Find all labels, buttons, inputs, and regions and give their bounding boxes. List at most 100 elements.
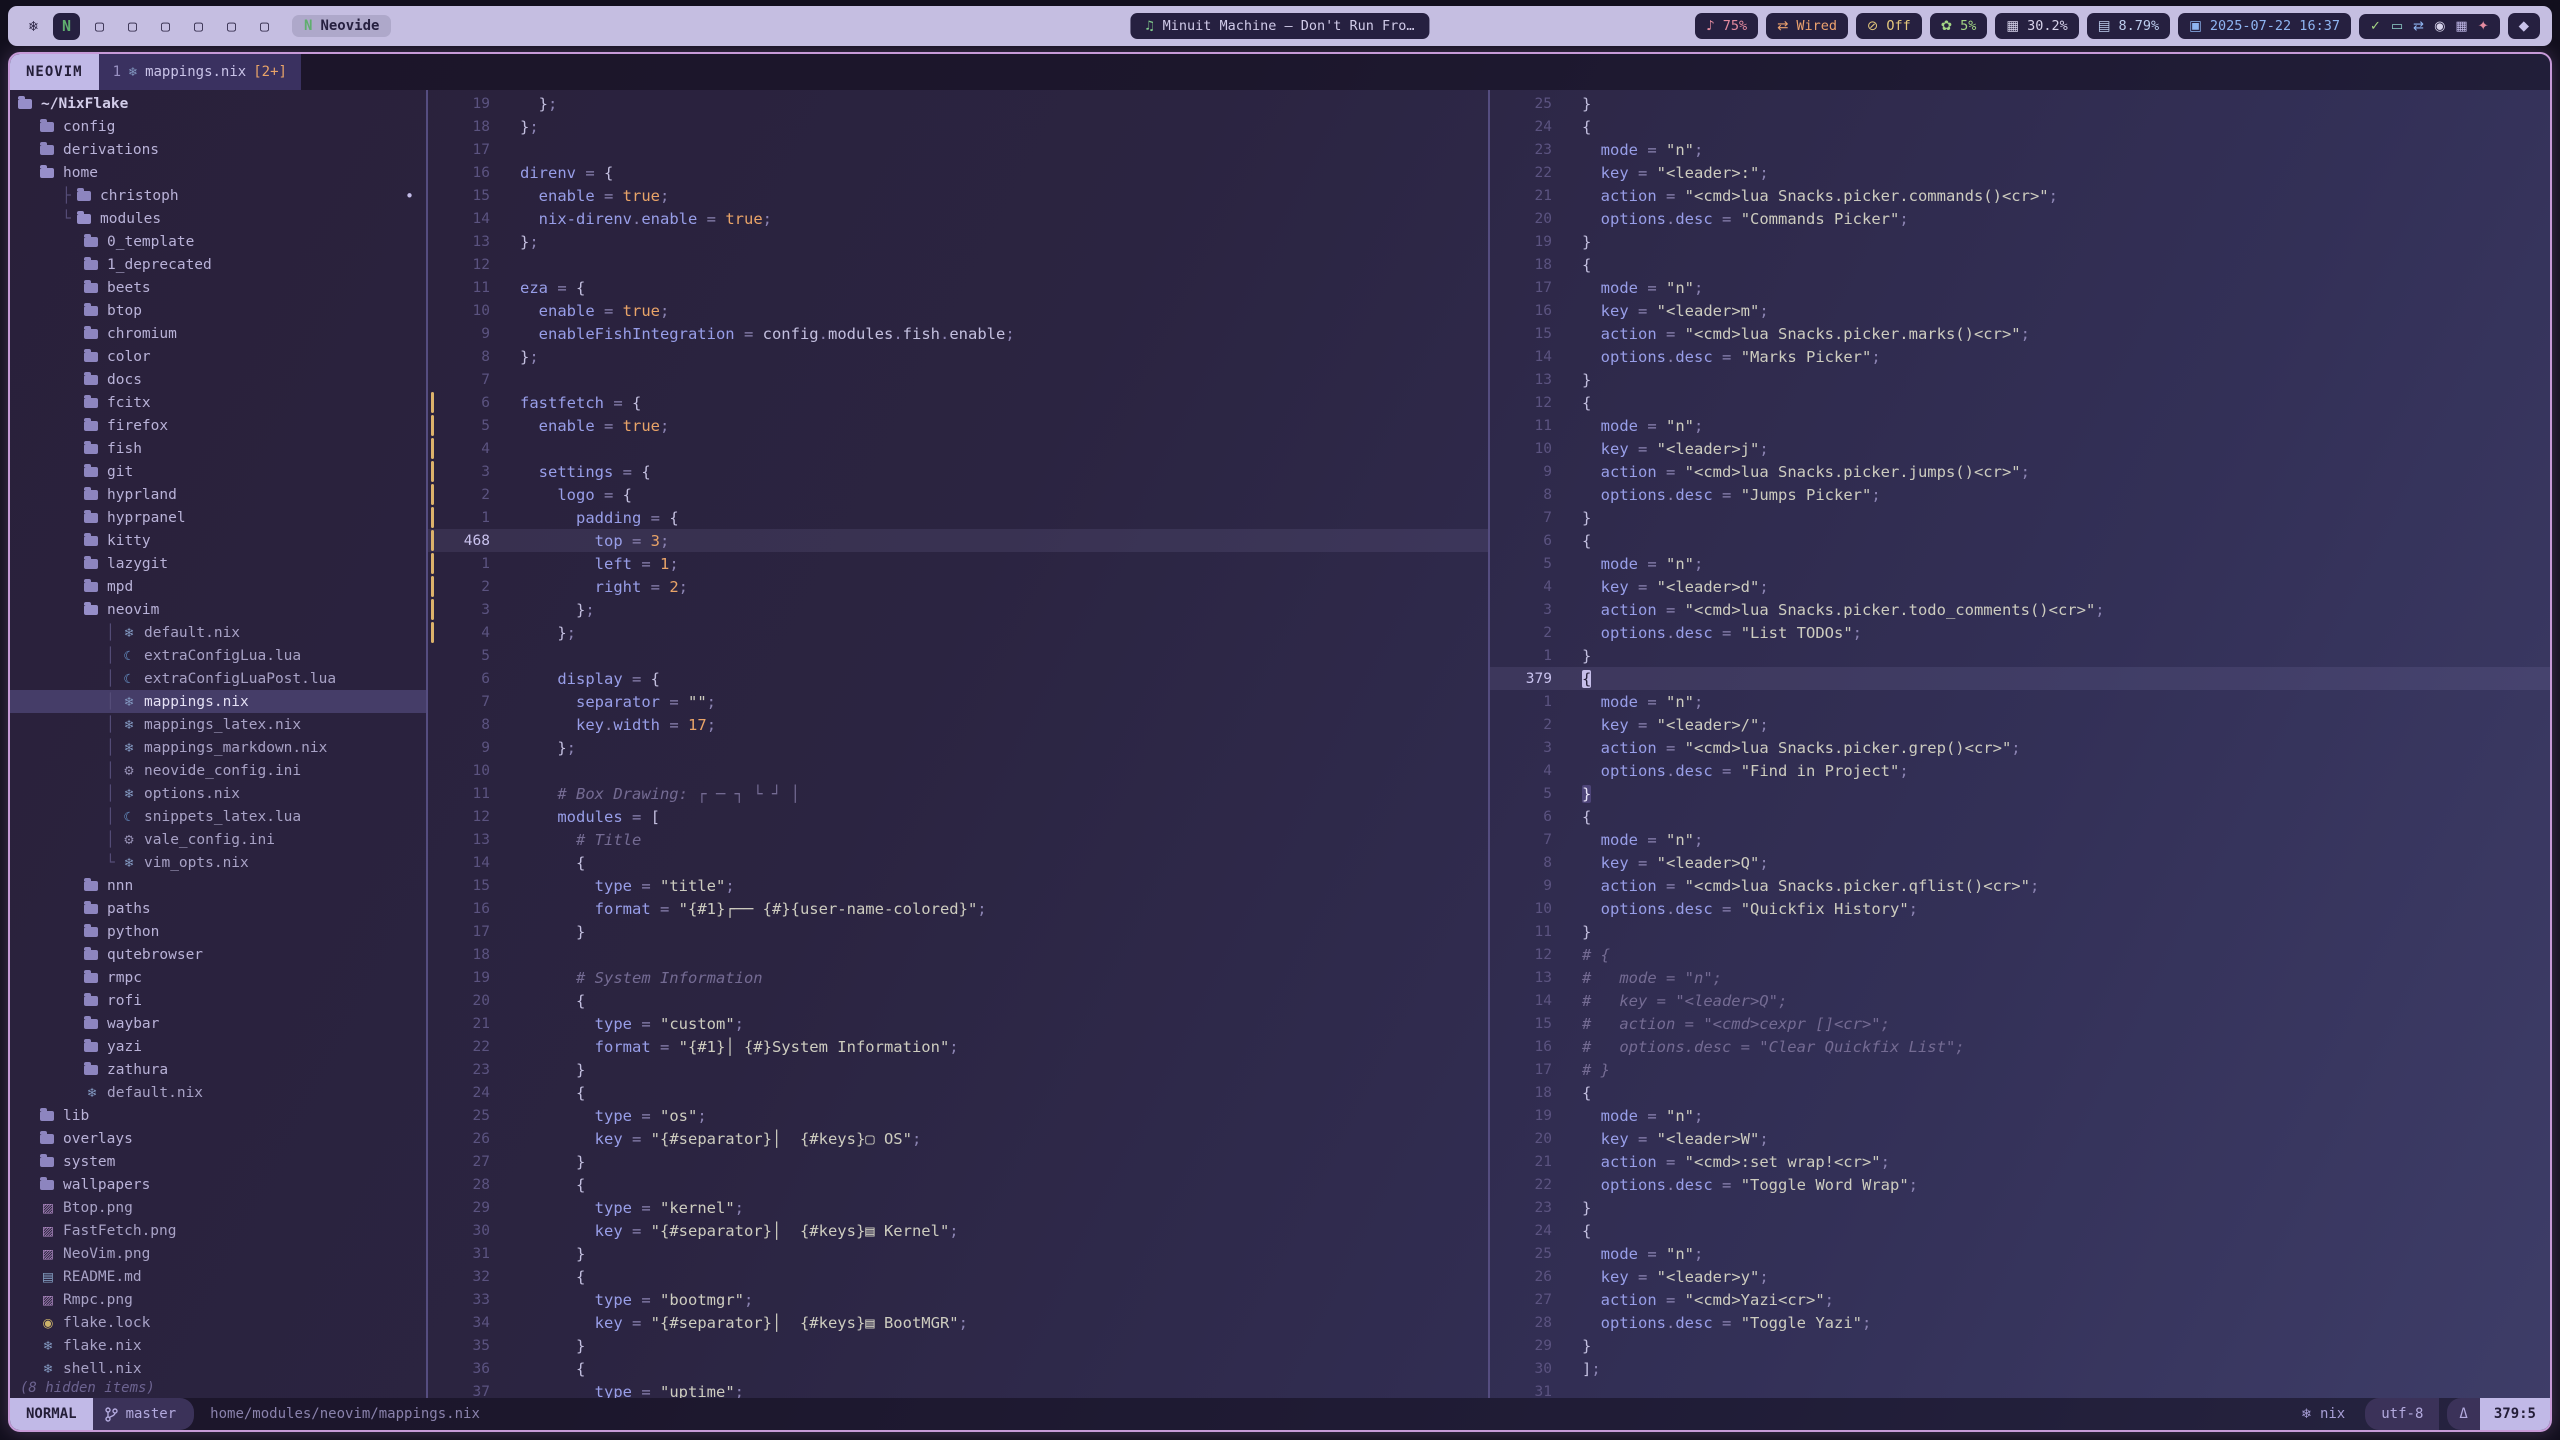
code-line[interactable]: 4 (428, 437, 1488, 460)
code-line[interactable]: 13 # Title (428, 828, 1488, 851)
code-line[interactable]: 33 type = "bootmgr"; (428, 1288, 1488, 1311)
tree-item-modules[interactable]: └modules (10, 207, 426, 230)
tree-item-nixflake[interactable]: ~/NixFlake (10, 92, 426, 115)
vpn-icon[interactable]: ✦ (2478, 19, 2489, 34)
code-line[interactable]: 9 }; (428, 736, 1488, 759)
tree-item-mappings_latex.nix[interactable]: │❄mappings_latex.nix (10, 713, 426, 736)
code-line[interactable]: 5} (1490, 782, 2550, 805)
code-line[interactable]: 379{ (1490, 667, 2550, 690)
code-line[interactable]: 5 (428, 644, 1488, 667)
code-line[interactable]: 21 type = "custom"; (428, 1012, 1488, 1035)
tree-item-neovim.png[interactable]: ▨NeoVim.png (10, 1242, 426, 1265)
code-line[interactable]: 30 key = "{#separator}│ {#keys}▤ Kernel"… (428, 1219, 1488, 1242)
code-line[interactable]: 25} (1490, 92, 2550, 115)
module-cpu[interactable]: ▤8.79% (2087, 13, 2170, 39)
tree-item-paths[interactable]: paths (10, 897, 426, 920)
code-line[interactable]: 3 action = "<cmd>lua Snacks.picker.grep(… (1490, 736, 2550, 759)
code-line[interactable]: 2 right = 2; (428, 575, 1488, 598)
code-line[interactable]: 3 }; (428, 598, 1488, 621)
code-line[interactable]: 14# key = "<leader>Q"; (1490, 989, 2550, 1012)
tree-item-options.nix[interactable]: │❄options.nix (10, 782, 426, 805)
module-power-profile[interactable]: ✿5% (1930, 13, 1988, 39)
tree-item-qutebrowser[interactable]: qutebrowser (10, 943, 426, 966)
tree-item-wallpapers[interactable]: wallpapers (10, 1173, 426, 1196)
code-line[interactable]: 22 options.desc = "Toggle Word Wrap"; (1490, 1173, 2550, 1196)
code-line[interactable]: 9 action = "<cmd>lua Snacks.picker.jumps… (1490, 460, 2550, 483)
code-line[interactable]: 3 settings = { (428, 460, 1488, 483)
code-line[interactable]: 21 action = "<cmd>:set wrap!<cr>"; (1490, 1150, 2550, 1173)
code-line[interactable]: 17 } (428, 920, 1488, 943)
tree-item-extraconfiglua.lua[interactable]: │☾extraConfigLua.lua (10, 644, 426, 667)
tree-item-home[interactable]: home (10, 161, 426, 184)
workspace-5[interactable]: ▢ (185, 13, 212, 40)
tree-item-christoph[interactable]: ├christoph• (10, 184, 426, 207)
code-line[interactable]: 19 mode = "n"; (1490, 1104, 2550, 1127)
tab-mappings-nix[interactable]: 1 ❄ mappings.nix [2+] (99, 54, 301, 90)
code-line[interactable]: 25 type = "os"; (428, 1104, 1488, 1127)
code-line[interactable]: 11} (1490, 920, 2550, 943)
code-line[interactable]: 25 mode = "n"; (1490, 1242, 2550, 1265)
code-line[interactable]: 13# mode = "n"; (1490, 966, 2550, 989)
editor-pane-right[interactable]: 25}24{23 mode = "n";22 key = "<leader>:"… (1490, 90, 2550, 1398)
code-line[interactable]: 2 key = "<leader>/"; (1490, 713, 2550, 736)
code-line[interactable]: 10 enable = true; (428, 299, 1488, 322)
workspace-neovim[interactable]: N (53, 13, 80, 40)
code-line[interactable]: 21 action = "<cmd>lua Snacks.picker.comm… (1490, 184, 2550, 207)
keyboard-icon[interactable]: ▦ (2455, 19, 2467, 34)
code-line[interactable]: 4 key = "<leader>d"; (1490, 575, 2550, 598)
tree-item-default.nix[interactable]: ❄default.nix (10, 1081, 426, 1104)
code-line[interactable]: 24{ (1490, 1219, 2550, 1242)
code-line[interactable]: 7 separator = ""; (428, 690, 1488, 713)
tree-item-vale_config.ini[interactable]: │⚙vale_config.ini (10, 828, 426, 851)
code-line[interactable]: 16# options.desc = "Clear Quickfix List"… (1490, 1035, 2550, 1058)
code-line[interactable]: 16 key = "<leader>m"; (1490, 299, 2550, 322)
module-network[interactable]: ⇄Wired (1766, 13, 1848, 39)
code-line[interactable]: 13} (1490, 368, 2550, 391)
tree-item-snippets_latex.lua[interactable]: │☾snippets_latex.lua (10, 805, 426, 828)
tree-item-fcitx[interactable]: fcitx (10, 391, 426, 414)
tree-item-flake.nix[interactable]: ❄flake.nix (10, 1334, 426, 1357)
module-volume[interactable]: ♪75% (1695, 13, 1758, 39)
tree-item-hyprpanel[interactable]: hyprpanel (10, 506, 426, 529)
workspace-3[interactable]: ▢ (119, 13, 146, 40)
code-line[interactable]: 18 (428, 943, 1488, 966)
module-clock[interactable]: ▣2025-07-22 16:37 (2178, 13, 2351, 39)
code-line[interactable]: 6 display = { (428, 667, 1488, 690)
code-line[interactable]: 17# } (1490, 1058, 2550, 1081)
code-line[interactable]: 17 mode = "n"; (1490, 276, 2550, 299)
workspace-6[interactable]: ▢ (218, 13, 245, 40)
code-line[interactable]: 27 action = "<cmd>Yazi<cr>"; (1490, 1288, 2550, 1311)
code-line[interactable]: 19 # System Information (428, 966, 1488, 989)
code-line[interactable]: 32 { (428, 1265, 1488, 1288)
code-line[interactable]: 7} (1490, 506, 2550, 529)
git-branch-segment[interactable]: master (93, 1398, 195, 1430)
code-line[interactable]: 8 key.width = 17; (428, 713, 1488, 736)
code-line[interactable]: 29 type = "kernel"; (428, 1196, 1488, 1219)
tree-item-1_deprecated[interactable]: 1_deprecated (10, 253, 426, 276)
code-line[interactable]: 6{ (1490, 529, 2550, 552)
code-line[interactable]: 26 key = "{#separator}│ {#keys}▢ OS"; (428, 1127, 1488, 1150)
code-line[interactable]: 6fastfetch = { (428, 391, 1488, 414)
notifications-tray[interactable]: ◆ (2508, 13, 2540, 39)
tree-item-python[interactable]: python (10, 920, 426, 943)
tree-item-yazi[interactable]: yazi (10, 1035, 426, 1058)
workspace-2[interactable]: ▢ (86, 13, 113, 40)
code-line[interactable]: 5 mode = "n"; (1490, 552, 2550, 575)
code-line[interactable]: 11 mode = "n"; (1490, 414, 2550, 437)
module-memory[interactable]: ▦30.2% (1995, 13, 2078, 39)
tree-item-config[interactable]: config (10, 115, 426, 138)
media-player-module[interactable]: ♫ Minuit Machine – Don't Run Fro… (1130, 13, 1429, 39)
code-line[interactable]: 15 action = "<cmd>lua Snacks.picker.mark… (1490, 322, 2550, 345)
code-line[interactable]: 2 options.desc = "List TODOs"; (1490, 621, 2550, 644)
tree-item-btop.png[interactable]: ▨Btop.png (10, 1196, 426, 1219)
code-line[interactable]: 36 { (428, 1357, 1488, 1380)
tree-item-rmpc.png[interactable]: ▨Rmpc.png (10, 1288, 426, 1311)
code-line[interactable]: 23 mode = "n"; (1490, 138, 2550, 161)
code-line[interactable]: 18}; (428, 115, 1488, 138)
code-line[interactable]: 29} (1490, 1334, 2550, 1357)
code-line[interactable]: 24{ (1490, 115, 2550, 138)
code-line[interactable]: 20 key = "<leader>W"; (1490, 1127, 2550, 1150)
tree-item-waybar[interactable]: waybar (10, 1012, 426, 1035)
code-line[interactable]: 15# action = "<cmd>cexpr []<cr>"; (1490, 1012, 2550, 1035)
code-line[interactable]: 4 }; (428, 621, 1488, 644)
